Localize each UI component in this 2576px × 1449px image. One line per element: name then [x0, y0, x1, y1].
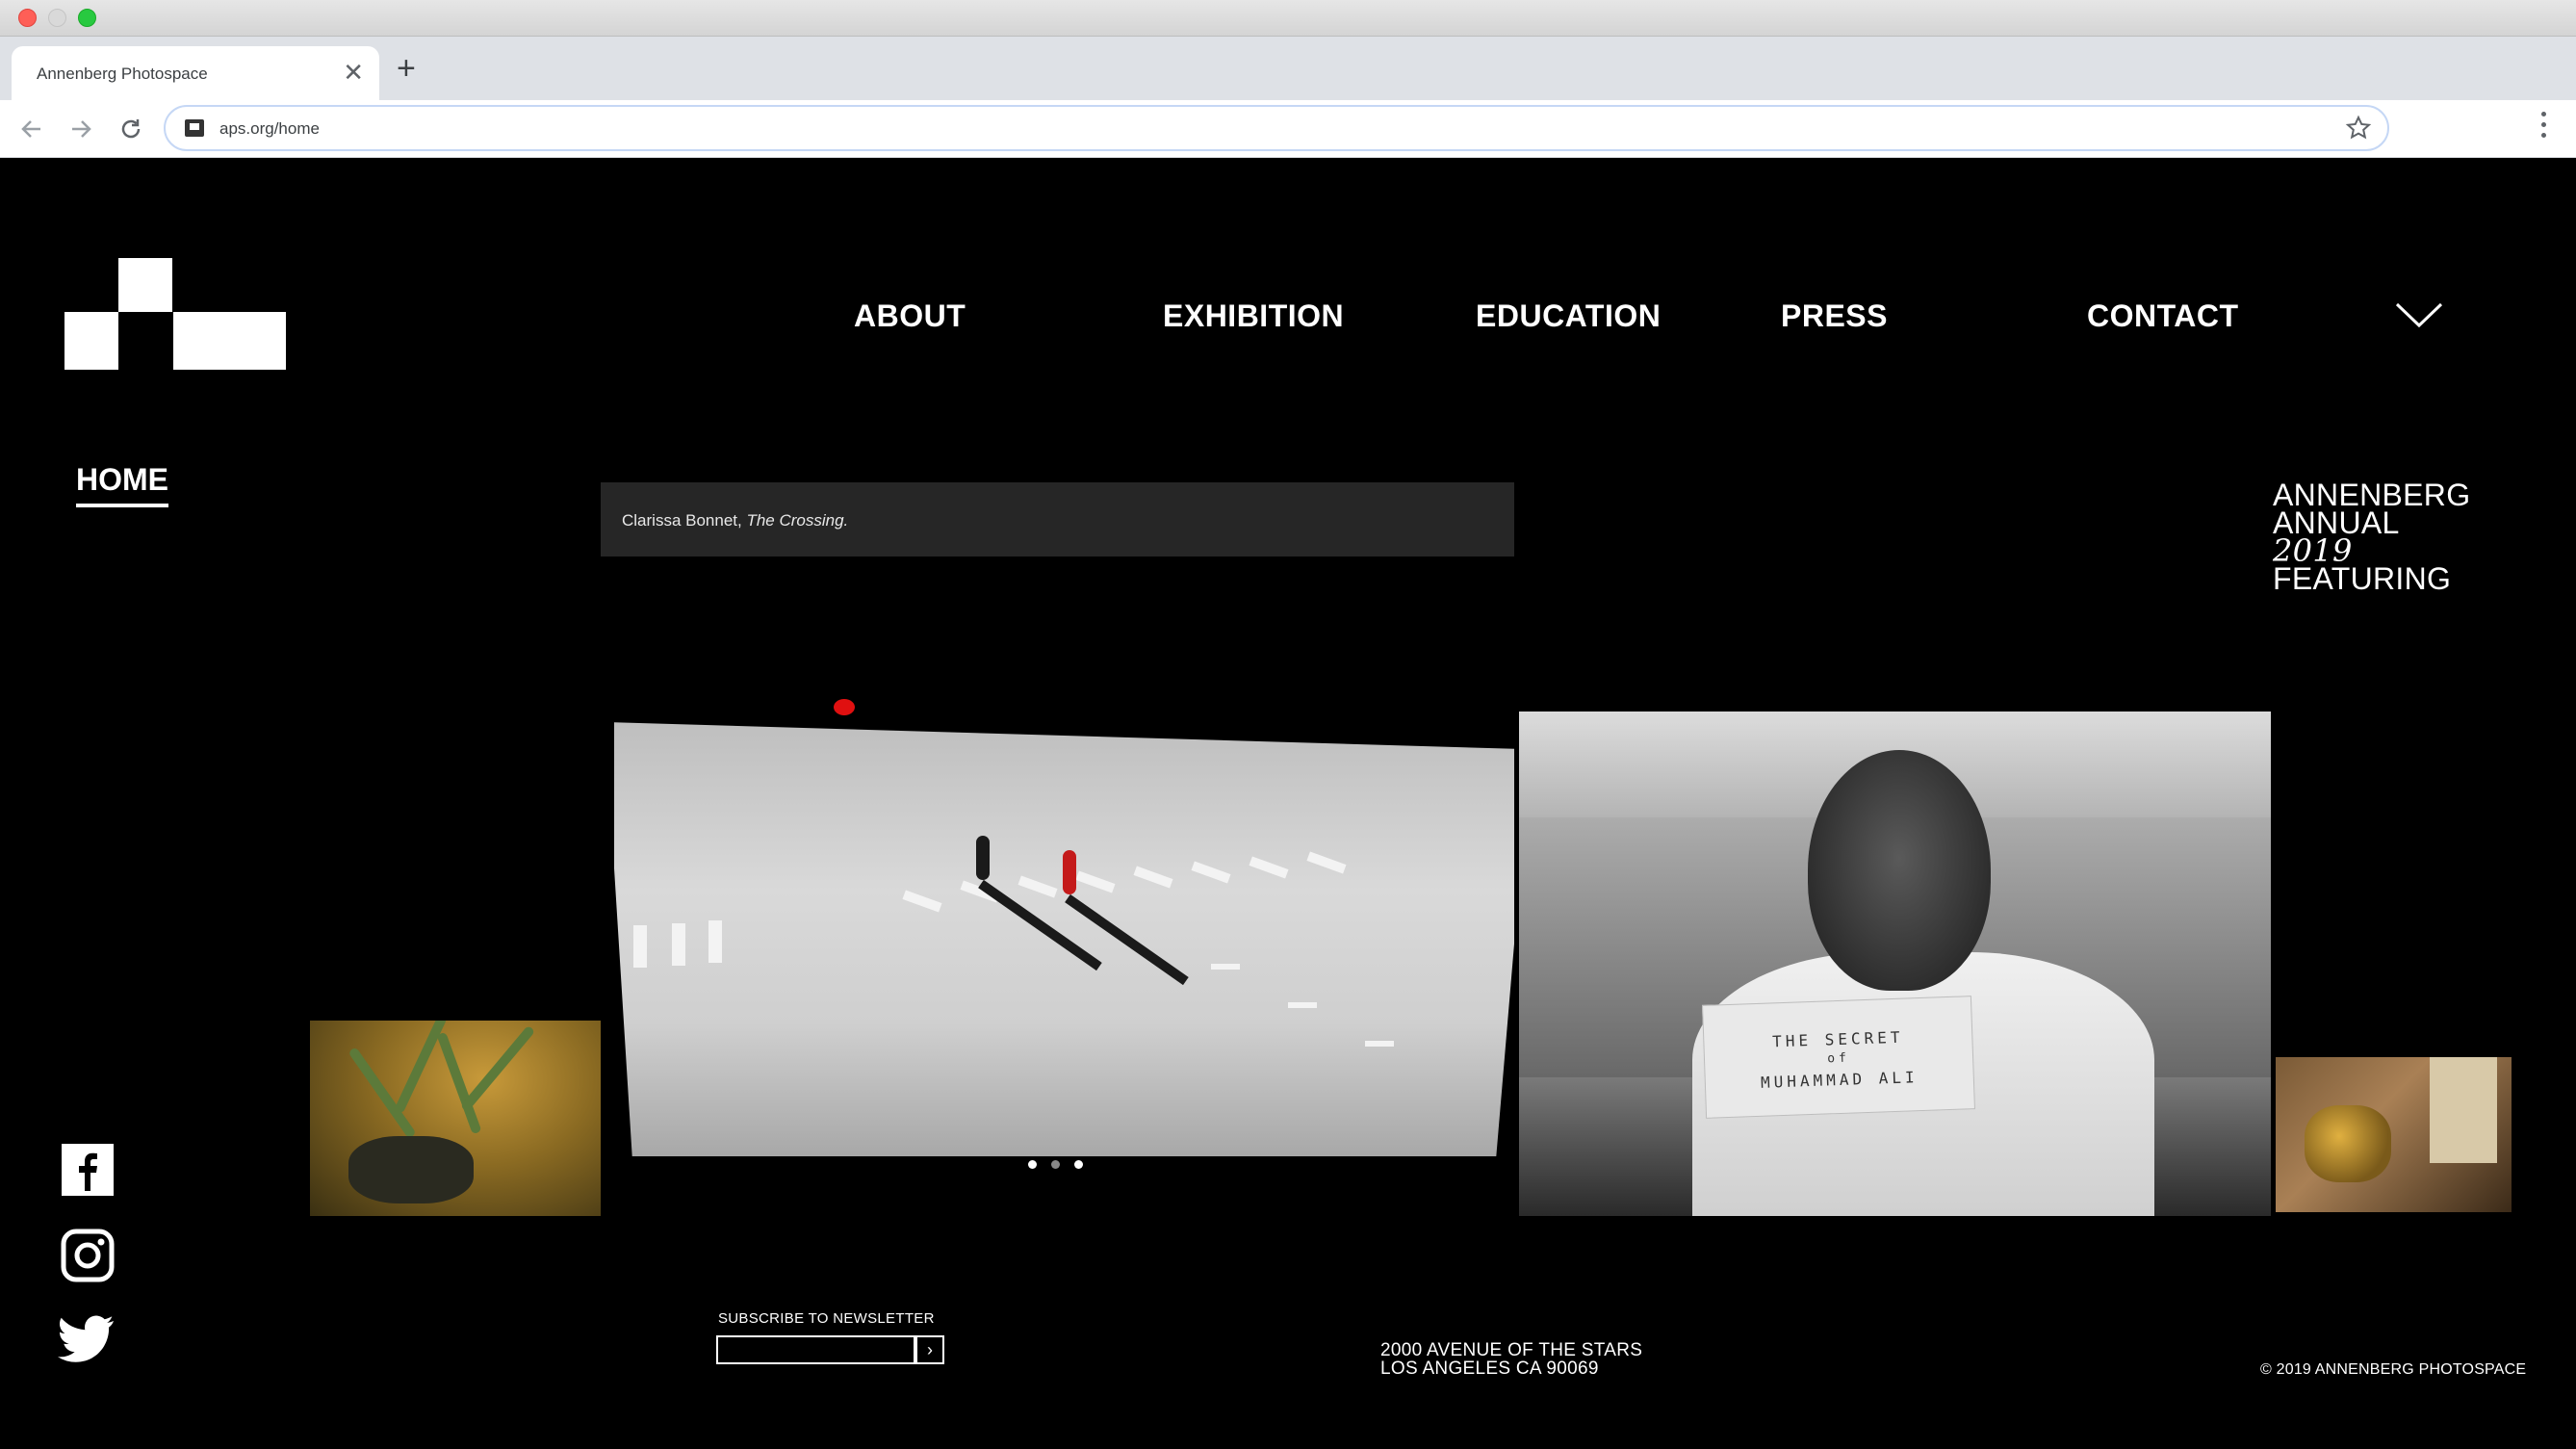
- pedestrian-figure: [1063, 850, 1076, 894]
- newsletter-label: SUBSCRIBE TO NEWSLETTER: [718, 1310, 935, 1327]
- browser-tab[interactable]: Annenberg Photospace ✕: [12, 46, 379, 100]
- twitter-icon[interactable]: [58, 1315, 116, 1365]
- red-signal-light: [834, 699, 855, 715]
- ali-card-line-3: MUHAMMAD ALI: [1760, 1068, 1919, 1092]
- nav-about[interactable]: ABOUT: [854, 298, 966, 334]
- thumbnail-room-photo[interactable]: [2276, 1057, 2512, 1212]
- address-bar[interactable]: aps.org/home: [164, 105, 2389, 151]
- nav-exhibition[interactable]: EXHIBITION: [1163, 298, 1344, 334]
- hero-photo-the-crossing[interactable]: [601, 556, 1514, 1216]
- page: ABOUT EXHIBITION EDUCATION PRESS CONTACT…: [0, 158, 2576, 1449]
- minimize-window-button[interactable]: [48, 9, 66, 27]
- star-icon[interactable]: [2345, 111, 2372, 150]
- back-arrow-icon[interactable]: [13, 111, 50, 147]
- sidebar-home-link[interactable]: HOME: [76, 462, 168, 507]
- url-text: aps.org/home: [219, 119, 320, 138]
- maximize-window-button[interactable]: [78, 9, 96, 27]
- close-window-button[interactable]: [18, 9, 37, 27]
- chevron-down-icon[interactable]: [2395, 300, 2443, 329]
- close-tab-icon[interactable]: ✕: [343, 58, 364, 87]
- carousel-dot-3[interactable]: [1074, 1160, 1083, 1169]
- carousel-dot-2[interactable]: [1051, 1160, 1060, 1169]
- tab-title: Annenberg Photospace: [37, 65, 208, 83]
- nav-contact[interactable]: CONTACT: [2087, 298, 2239, 334]
- facebook-icon[interactable]: [61, 1143, 115, 1197]
- browser-toolbar: aps.org/home: [0, 100, 2576, 158]
- footer-address: 2000 AVENUE OF THE STARS LOS ANGELES CA …: [1380, 1341, 1642, 1378]
- caption-author: Clarissa Bonnet,: [622, 511, 747, 530]
- caption-title: The Crossing.: [746, 511, 849, 530]
- newsletter-email-input[interactable]: [716, 1335, 915, 1364]
- thumbnail-plants-photo[interactable]: [310, 1021, 601, 1216]
- annual-feature-heading: ANNENBERG ANNUAL 2019 FEATURING: [2273, 479, 2470, 596]
- pedestrian-figure: [976, 836, 990, 880]
- address-line-1: 2000 AVENUE OF THE STARS: [1380, 1340, 1643, 1360]
- nav-press[interactable]: PRESS: [1781, 298, 1888, 334]
- chevron-right-icon: ›: [927, 1340, 933, 1359]
- site-favicon-icon: [185, 119, 204, 137]
- address-line-2: LOS ANGELES CA 90069: [1380, 1358, 1599, 1379]
- new-tab-button[interactable]: +: [397, 52, 416, 85]
- street-image: [614, 722, 1514, 1156]
- forward-arrow-icon[interactable]: [63, 111, 99, 147]
- instagram-icon[interactable]: [61, 1229, 115, 1282]
- photo-caption: Clarissa Bonnet, The Crossing.: [622, 511, 848, 530]
- annual-line-4: FEATURING: [2273, 561, 2452, 596]
- more-vert-icon[interactable]: [2541, 112, 2549, 146]
- nav-education[interactable]: EDUCATION: [1476, 298, 1661, 334]
- site-logo[interactable]: [64, 258, 286, 370]
- reload-icon[interactable]: [113, 111, 149, 147]
- tab-strip: Annenberg Photospace ✕ +: [0, 37, 2576, 100]
- photo-caption-bar: Clarissa Bonnet, The Crossing.: [601, 482, 1514, 556]
- footer-copyright: © 2019 ANNENBERG PHOTOSPACE: [2260, 1361, 2527, 1378]
- window-titlebar: [0, 0, 2576, 37]
- ali-sign-card: THE SECRET of MUHAMMAD ALI: [1702, 996, 1975, 1119]
- muhammad-ali-photo[interactable]: THE SECRET of MUHAMMAD ALI: [1519, 712, 2271, 1216]
- carousel-dot-1[interactable]: [1028, 1160, 1037, 1169]
- newsletter-submit-button[interactable]: ›: [915, 1335, 944, 1364]
